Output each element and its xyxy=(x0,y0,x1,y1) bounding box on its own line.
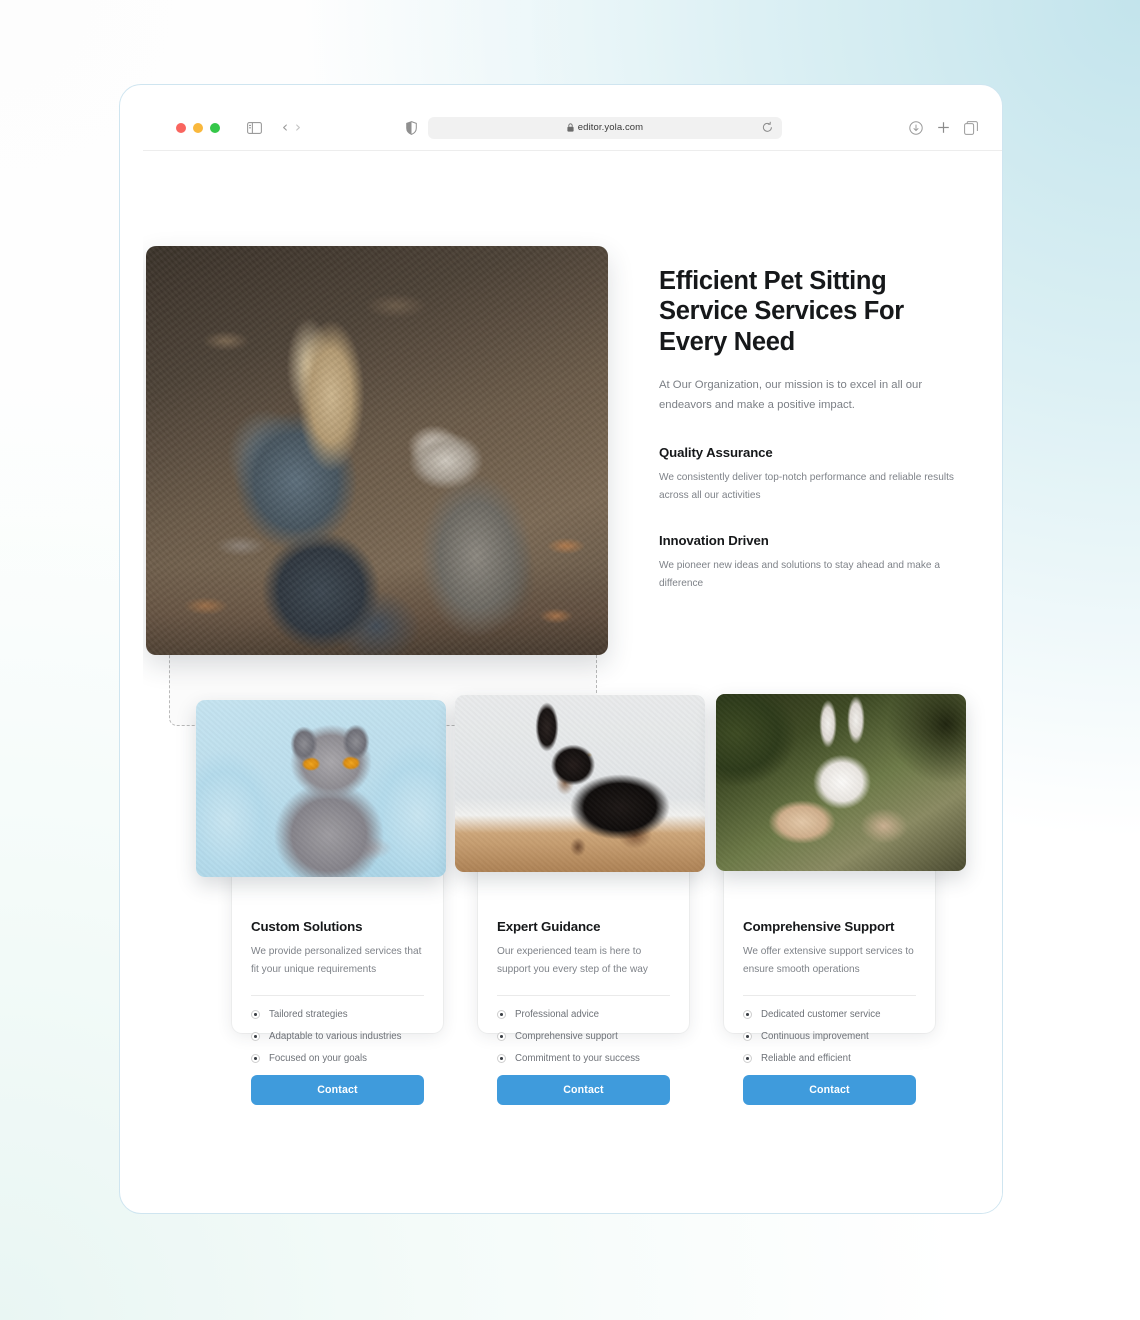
card-image-3[interactable] xyxy=(716,694,966,871)
bullet-point-icon xyxy=(497,1053,506,1063)
list-item: Reliable and efficient xyxy=(743,1053,916,1064)
list-item: Commitment to your success xyxy=(497,1053,670,1064)
list-item: Focused on your goals xyxy=(251,1053,424,1064)
browser-window: ‹ › editor.yola.com Efficient Pet Sittin… xyxy=(119,84,1003,1214)
browser-toolbar: ‹ › editor.yola.com xyxy=(143,105,1002,151)
card-bullet-list-3: Dedicated customer service Continuous im… xyxy=(743,1009,916,1064)
card-description: We offer extensive support services to e… xyxy=(743,946,914,975)
close-window-button[interactable] xyxy=(176,122,186,133)
card-body-3: Comprehensive Support We offer extensive… xyxy=(724,919,935,1105)
cards-section: Custom Solutions We provide personalized… xyxy=(143,151,1002,1213)
downloads-icon[interactable] xyxy=(909,120,923,135)
tab-overview-icon[interactable] xyxy=(964,120,978,135)
bullet-label: Dedicated customer service xyxy=(761,1008,881,1020)
list-item: Adaptable to various industries xyxy=(251,1031,424,1042)
sidebar-toggle-icon[interactable] xyxy=(247,121,262,134)
maximize-window-button[interactable] xyxy=(210,122,220,133)
card-image-2[interactable] xyxy=(455,695,705,872)
card-description: We provide personalized services that fi… xyxy=(251,946,422,975)
card-bullet-list-2: Professional advice Comprehensive suppor… xyxy=(497,1009,670,1064)
browser-window-inner: ‹ › editor.yola.com Efficient Pet Sittin… xyxy=(143,105,1002,1213)
service-card-expert-guidance[interactable]: Expert Guidance Our experienced team is … xyxy=(455,695,705,1105)
bullet-point-icon xyxy=(743,1053,752,1063)
new-tab-icon[interactable] xyxy=(937,121,950,134)
list-item: Comprehensive support xyxy=(497,1031,670,1042)
list-item: Dedicated customer service xyxy=(743,1009,916,1020)
back-icon[interactable]: ‹ xyxy=(282,120,288,135)
address-bar[interactable]: editor.yola.com xyxy=(428,116,782,139)
bullet-point-icon xyxy=(497,1009,506,1019)
card-title: Expert Guidance xyxy=(497,919,601,934)
bullet-point-icon xyxy=(497,1031,506,1041)
list-item: Tailored strategies xyxy=(251,1009,424,1020)
bullet-point-icon xyxy=(251,1053,260,1063)
window-controls[interactable] xyxy=(176,122,220,133)
list-item: Continuous improvement xyxy=(743,1031,916,1042)
bullet-point-icon xyxy=(743,1031,752,1041)
card-body-1: Custom Solutions We provide personalized… xyxy=(232,919,443,1105)
card-photo-rabbit xyxy=(716,694,966,871)
navigation-buttons[interactable]: ‹ › xyxy=(282,120,301,135)
service-card-comprehensive-support[interactable]: Comprehensive Support We offer extensive… xyxy=(716,694,966,1105)
bullet-point-icon xyxy=(251,1031,260,1041)
card-title: Custom Solutions xyxy=(251,919,363,934)
card-bullet-list-1: Tailored strategies Adaptable to various… xyxy=(251,1009,424,1064)
card-photo-dog xyxy=(455,695,705,872)
card-divider xyxy=(497,994,670,996)
website-canvas: Efficient Pet Sitting Service Services F… xyxy=(143,151,1002,1213)
bullet-point-icon xyxy=(743,1009,752,1019)
bullet-label: Comprehensive support xyxy=(515,1030,618,1042)
card-divider xyxy=(743,994,916,996)
privacy-shield-icon[interactable] xyxy=(406,120,417,135)
forward-icon[interactable]: › xyxy=(295,120,301,135)
bullet-label: Professional advice xyxy=(515,1008,600,1020)
list-item: Professional advice xyxy=(497,1009,670,1020)
bullet-label: Reliable and efficient xyxy=(761,1052,851,1064)
card-image-1[interactable] xyxy=(196,700,446,877)
card-body-2: Expert Guidance Our experienced team is … xyxy=(478,919,689,1105)
service-card-custom-solutions[interactable]: Custom Solutions We provide personalized… xyxy=(196,700,446,1105)
bullet-label: Adaptable to various industries xyxy=(269,1030,402,1042)
bullet-label: Continuous improvement xyxy=(761,1030,869,1042)
card-title: Comprehensive Support xyxy=(743,919,895,934)
lock-icon xyxy=(567,123,574,132)
contact-button-1[interactable]: Contact xyxy=(251,1074,424,1105)
contact-button-2[interactable]: Contact xyxy=(497,1074,670,1105)
bullet-label: Tailored strategies xyxy=(269,1008,348,1020)
bullet-label: Focused on your goals xyxy=(269,1052,368,1064)
card-description: Our experienced team is here to support … xyxy=(497,946,648,975)
reload-icon[interactable] xyxy=(762,121,773,139)
bullet-label: Commitment to your success xyxy=(515,1052,640,1064)
toolbar-right-actions[interactable] xyxy=(909,120,978,135)
minimize-window-button[interactable] xyxy=(193,122,203,133)
card-photo-cat xyxy=(196,700,446,877)
card-divider xyxy=(251,994,424,996)
bullet-point-icon xyxy=(251,1009,260,1019)
url-text: editor.yola.com xyxy=(577,122,644,133)
contact-button-3[interactable]: Contact xyxy=(743,1074,916,1105)
